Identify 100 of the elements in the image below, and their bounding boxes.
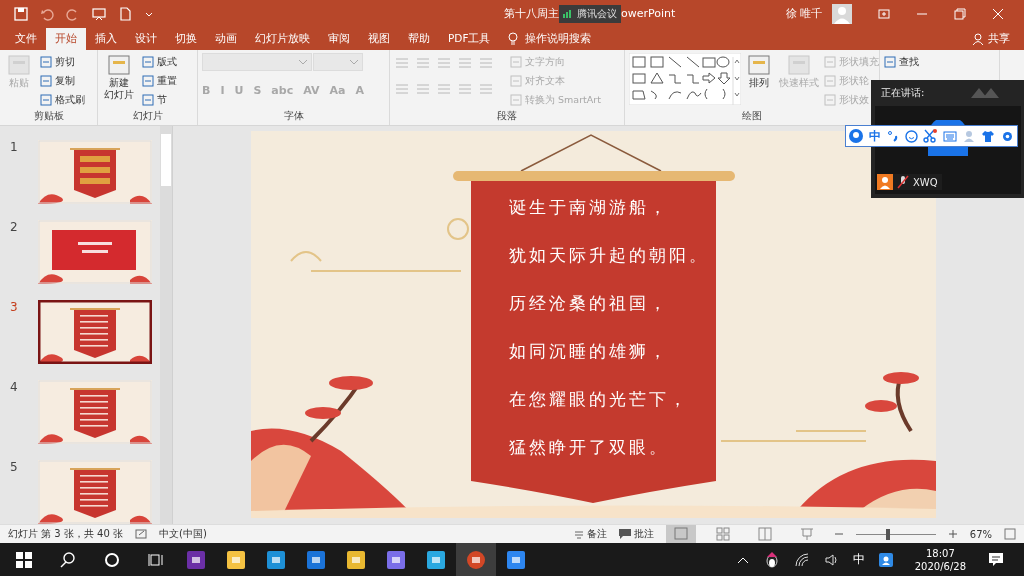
zoom-in-icon[interactable] — [947, 529, 958, 539]
slide-number: 2 — [9, 220, 19, 236]
square-icon — [142, 94, 154, 106]
close-icon[interactable] — [992, 7, 1004, 20]
ribbon-tab[interactable]: 开始 — [46, 28, 86, 50]
contact-card-icon[interactable] — [878, 552, 893, 567]
window-icon — [6, 53, 32, 77]
keyboard-icon[interactable] — [943, 130, 958, 142]
group-label: 幻灯片 — [131, 109, 164, 123]
ribbon-small-button[interactable]: 查找 — [884, 53, 919, 71]
app-icon — [385, 549, 407, 570]
ribbon-tab[interactable]: PDF工具 — [439, 28, 500, 50]
save-icon[interactable] — [14, 6, 28, 21]
poem-line: 在您耀眼的光芒下， — [509, 389, 690, 410]
ribbon-tab[interactable]: 设计 — [126, 28, 166, 50]
clock-time[interactable]: 18:07 — [925, 546, 955, 560]
ribbon-tab[interactable]: 动画 — [206, 28, 246, 50]
app-icon — [345, 549, 367, 570]
slide-thumbnail[interactable] — [38, 300, 152, 364]
volume-icon[interactable] — [824, 552, 839, 567]
share-button[interactable]: 共享 — [988, 28, 1010, 50]
normal-view-icon[interactable] — [665, 525, 696, 543]
app-icon — [185, 549, 207, 570]
meeting-badge: 腾讯会议 — [559, 4, 622, 23]
group-label: 剪贴板 — [32, 109, 65, 123]
comments-button[interactable]: 批注 — [618, 527, 654, 541]
ribbon-small-button[interactable]: 节 — [142, 91, 167, 109]
cortana-icon[interactable] — [104, 551, 120, 568]
new-file-icon[interactable] — [118, 6, 132, 21]
ribbon-display-icon[interactable] — [878, 7, 890, 20]
square-icon — [824, 75, 836, 87]
ribbon-tab[interactable]: 视图 — [359, 28, 399, 50]
language-indicator[interactable]: 中文(中国) — [159, 527, 207, 541]
ribbon-tab[interactable]: 审阅 — [319, 28, 359, 50]
punctuation-icon[interactable] — [886, 130, 899, 142]
clock-date[interactable]: 2020/6/28 — [914, 559, 966, 573]
network-icon[interactable] — [794, 552, 809, 567]
slide-number: 5 — [9, 460, 19, 476]
app-icon — [305, 549, 327, 570]
fit-slide-icon[interactable] — [1004, 528, 1016, 540]
windows-start-icon[interactable] — [16, 551, 32, 568]
avatar-icon[interactable] — [832, 3, 852, 24]
ribbon-small-button[interactable]: 剪切 — [40, 53, 75, 71]
person-icon[interactable] — [972, 32, 984, 45]
user-icon[interactable] — [848, 129, 863, 143]
app-icon — [225, 549, 247, 570]
ribbon-small-button[interactable]: 版式 — [142, 53, 177, 71]
lightbulb-icon — [507, 31, 520, 46]
spellcheck-icon[interactable] — [135, 528, 147, 540]
undo-icon[interactable] — [40, 6, 54, 21]
chevron-down-icon — [298, 58, 308, 66]
settings-icon[interactable] — [1000, 129, 1014, 143]
ribbon-large-button[interactable]: 排列 — [744, 53, 774, 109]
square-icon — [142, 56, 154, 68]
poem-line: 猛然睁开了双眼。 — [509, 437, 670, 458]
emoji-icon[interactable] — [904, 129, 918, 143]
slide-number: 3 — [9, 300, 19, 316]
taskbar-button[interactable] — [456, 543, 496, 576]
app-icon — [465, 549, 487, 570]
app-icon — [425, 549, 447, 570]
ribbon-tab[interactable]: 帮助 — [399, 28, 439, 50]
presentation-icon[interactable] — [92, 6, 106, 21]
shapes-gallery[interactable] — [629, 53, 741, 105]
zoom-percent[interactable]: 67% — [969, 528, 992, 540]
ribbon-tab[interactable]: 幻灯片放映 — [246, 28, 319, 50]
ribbon-tab[interactable]: 文件 — [6, 28, 46, 50]
square-icon — [510, 56, 522, 68]
ribbon-small-button[interactable]: 格式刷 — [40, 91, 85, 109]
group-label: 字体 — [282, 109, 305, 123]
window-title: owerPoint — [621, 7, 676, 20]
poem-line: 犹如天际升起的朝阳。 — [509, 245, 709, 266]
ribbon-small-button[interactable]: 重置 — [142, 72, 177, 90]
window-title: 第十八周主 — [504, 6, 560, 21]
input-mode-toggle[interactable]: 中 — [868, 127, 881, 145]
shirt-icon[interactable] — [981, 130, 996, 142]
square-icon — [40, 56, 52, 68]
speaking-label: 正在讲话: — [881, 86, 925, 100]
scissors-icon[interactable] — [923, 129, 938, 143]
participant-name: XWQ — [913, 176, 938, 188]
group-label: 段落 — [496, 109, 518, 123]
scrollbar[interactable] — [160, 126, 172, 524]
font-size-field[interactable] — [313, 53, 363, 71]
restore-icon[interactable] — [954, 7, 966, 20]
task-view-icon[interactable] — [148, 551, 164, 568]
user-name: 徐 唯千 — [785, 6, 822, 21]
qq-penguin-icon[interactable] — [764, 551, 779, 568]
tell-me-search[interactable]: 操作说明搜索 — [525, 28, 592, 50]
ribbon-tab[interactable]: 切换 — [166, 28, 206, 50]
ribbon-small-button[interactable]: 复制 — [40, 72, 75, 90]
ribbon-large-button[interactable]: 新建 幻灯片 — [102, 53, 136, 109]
notes-button[interactable]: 备注 — [573, 527, 607, 541]
ribbon-tab[interactable]: 插入 — [86, 28, 126, 50]
square-icon — [510, 75, 522, 87]
input-method-indicator[interactable]: 中 — [852, 551, 865, 568]
group-label: 绘图 — [741, 109, 763, 123]
square-icon — [40, 94, 52, 106]
person-icon — [877, 174, 893, 190]
search-icon[interactable] — [60, 551, 76, 568]
notification-icon[interactable] — [988, 551, 1004, 568]
app-icon — [265, 549, 287, 570]
